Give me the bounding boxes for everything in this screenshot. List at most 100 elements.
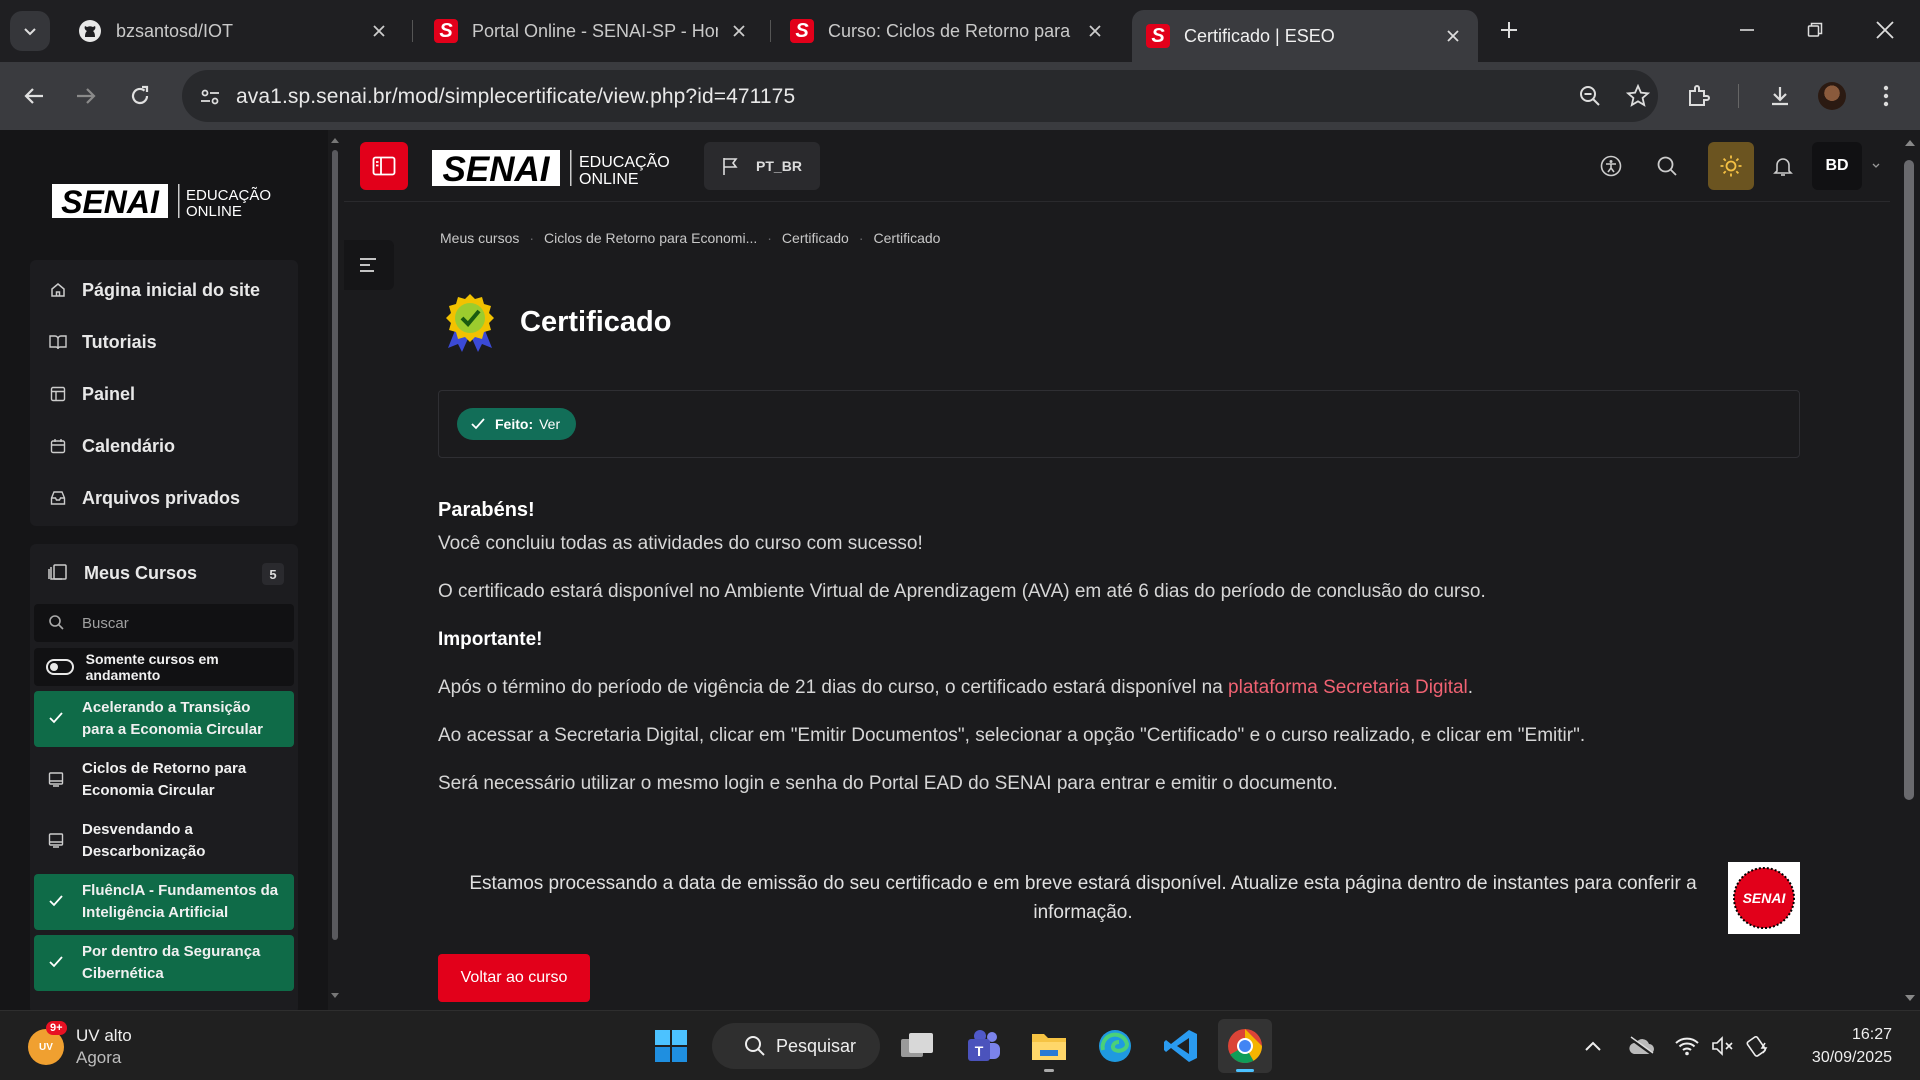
seal-text: SENAI xyxy=(1743,890,1787,906)
toggle-switch[interactable] xyxy=(46,659,74,675)
senai-logo[interactable]: SENAI EDUCAÇÃO ONLINE xyxy=(52,182,282,222)
close-tab-icon[interactable] xyxy=(1442,25,1464,47)
tab-portal-senai[interactable]: S Portal Online - SENAI-SP - Hom xyxy=(420,10,764,52)
download-icon[interactable] xyxy=(1762,78,1798,114)
certificate-message: Parabéns! Você concluiu todas as ativida… xyxy=(438,498,1800,820)
weather-title: UV alto xyxy=(76,1026,132,1045)
battery-tray[interactable] xyxy=(1744,1031,1774,1061)
course-item[interactable]: Por dentro da Segurança Cibernética xyxy=(34,935,294,991)
battery-charging-icon xyxy=(1746,1035,1768,1057)
accessibility-button[interactable] xyxy=(1588,142,1634,190)
page-scroll-thumb[interactable] xyxy=(1904,160,1914,800)
sidebar-scrollbar[interactable] xyxy=(330,136,340,1000)
system-clock[interactable]: 16:27 30/09/2025 xyxy=(1796,1023,1892,1069)
sidebar-item-calendario[interactable]: Calendário xyxy=(30,420,298,472)
course-item[interactable]: Acelerando a Transição para a Economia C… xyxy=(34,691,294,747)
tray-overflow-button[interactable] xyxy=(1578,1031,1608,1061)
in-progress-toggle[interactable]: Somente cursos em andamento xyxy=(34,648,294,686)
plus-icon xyxy=(1501,22,1517,38)
search-placeholder: Buscar xyxy=(82,614,129,632)
tab-github[interactable]: bzsantosd/IOT xyxy=(64,10,404,52)
header-search-button[interactable] xyxy=(1644,142,1690,190)
my-courses-header[interactable]: Meus Cursos 5 xyxy=(30,544,298,602)
breadcrumb-item[interactable]: Ciclos de Retorno para Economi... xyxy=(544,230,757,246)
theme-toggle-button[interactable] xyxy=(1708,142,1754,190)
breadcrumb-separator: · xyxy=(767,230,772,246)
zoom-icon[interactable] xyxy=(1572,78,1608,114)
course-name: Desvendando a Descarbonização xyxy=(82,821,206,860)
scroll-down-icon[interactable] xyxy=(1904,994,1916,1003)
browser-menu-icon[interactable] xyxy=(1868,78,1904,114)
tab-search-button[interactable] xyxy=(10,11,50,51)
header-senai-logo[interactable]: SENAI EDUCAÇÃO ONLINE xyxy=(432,148,682,190)
notifications-button[interactable] xyxy=(1760,142,1806,190)
reload-icon xyxy=(131,85,149,105)
back-to-course-button[interactable]: Voltar ao curso xyxy=(438,954,590,1002)
senai-icon: S xyxy=(434,19,458,43)
sidebar-item-home[interactable]: Página inicial do site xyxy=(30,264,298,316)
scroll-up-icon[interactable] xyxy=(330,136,340,144)
breadcrumb-item[interactable]: Certificado xyxy=(874,230,941,246)
language-selector[interactable]: PT_BR xyxy=(704,142,820,190)
teams-app[interactable]: T xyxy=(956,1019,1010,1073)
dashboard-icon xyxy=(48,384,68,404)
course-item[interactable]: Ciclos de Retorno para Economia Circular xyxy=(34,752,294,808)
calendar-icon xyxy=(48,436,68,456)
sidebar-item-arquivos[interactable]: Arquivos privados xyxy=(30,472,298,524)
weather-widget[interactable]: UV 9+ UV alto Agora xyxy=(28,1021,132,1069)
forward-button[interactable] xyxy=(68,78,104,114)
user-menu-button[interactable]: BD xyxy=(1812,142,1862,190)
active-indicator xyxy=(1236,1069,1254,1072)
course-item[interactable]: Desvendando a Descarbonização xyxy=(34,813,294,869)
back-button[interactable] xyxy=(16,78,52,114)
check-icon xyxy=(48,954,66,972)
secretaria-digital-link[interactable]: plataforma Secretaria Digital xyxy=(1228,677,1468,698)
chrome-app[interactable] xyxy=(1218,1019,1272,1073)
sidebar-item-painel[interactable]: Painel xyxy=(30,368,298,420)
sidebar-item-tutoriais[interactable]: Tutoriais xyxy=(30,316,298,368)
sidebar-toggle-icon xyxy=(372,156,396,176)
user-menu-caret-icon[interactable] xyxy=(1872,163,1880,169)
volume-tray[interactable] xyxy=(1708,1031,1738,1061)
address-bar[interactable]: ava1.sp.senai.br/mod/simplecertificate/v… xyxy=(182,70,1658,122)
logo-sub-1: EDUCAÇÃO xyxy=(186,187,271,204)
start-button[interactable] xyxy=(644,1019,698,1073)
sidebar-scroll-thumb[interactable] xyxy=(332,150,338,940)
congrats-heading: Parabéns! xyxy=(438,499,535,521)
profile-avatar[interactable] xyxy=(1814,78,1850,114)
extensions-icon[interactable] xyxy=(1680,78,1716,114)
reload-button[interactable] xyxy=(122,78,158,114)
file-explorer-app[interactable] xyxy=(1022,1019,1076,1073)
close-window-button[interactable] xyxy=(1862,12,1908,48)
course-item[interactable]: FluênclA - Fundamentos da Inteligência A… xyxy=(34,874,294,930)
wifi-tray[interactable] xyxy=(1672,1031,1702,1061)
onedrive-tray[interactable] xyxy=(1626,1031,1656,1061)
taskbar-search[interactable]: Pesquisar xyxy=(712,1023,880,1069)
web-page: SENAI EDUCAÇÃO ONLINE Página inicial do … xyxy=(0,130,1920,1010)
breadcrumb-item[interactable]: Meus cursos xyxy=(440,230,519,246)
breadcrumb-item[interactable]: Certificado xyxy=(782,230,849,246)
close-tab-icon[interactable] xyxy=(728,20,750,42)
drawer-toggle-button[interactable] xyxy=(360,142,408,190)
scroll-down-icon[interactable] xyxy=(330,992,340,1000)
close-tab-icon[interactable] xyxy=(1084,20,1106,42)
activity-completion-box: Feito: Ver xyxy=(438,390,1800,458)
processing-notice: Estamos processando a data de emissão do… xyxy=(438,862,1800,934)
minimize-button[interactable] xyxy=(1724,12,1770,48)
close-tab-icon[interactable] xyxy=(368,20,390,42)
tab-certificado-active[interactable]: S Certificado | ESEO xyxy=(1132,10,1478,62)
restore-button[interactable] xyxy=(1792,12,1838,48)
uv-icon-text: UV xyxy=(39,1041,53,1053)
new-tab-button[interactable] xyxy=(1486,12,1532,48)
task-view-button[interactable] xyxy=(890,1019,944,1073)
vscode-app[interactable] xyxy=(1154,1019,1208,1073)
bookmark-star-icon[interactable] xyxy=(1620,78,1656,114)
tab-curso[interactable]: S Curso: Ciclos de Retorno para E xyxy=(776,10,1120,52)
page-scrollbar[interactable] xyxy=(1900,130,1920,1010)
course-search-input[interactable]: Buscar xyxy=(34,604,294,642)
tab-title: Certificado | ESEO xyxy=(1184,25,1335,46)
scroll-up-icon[interactable] xyxy=(1904,138,1916,147)
course-index-toggle[interactable] xyxy=(344,240,394,290)
site-info-icon[interactable] xyxy=(196,83,224,111)
edge-app[interactable] xyxy=(1088,1019,1142,1073)
